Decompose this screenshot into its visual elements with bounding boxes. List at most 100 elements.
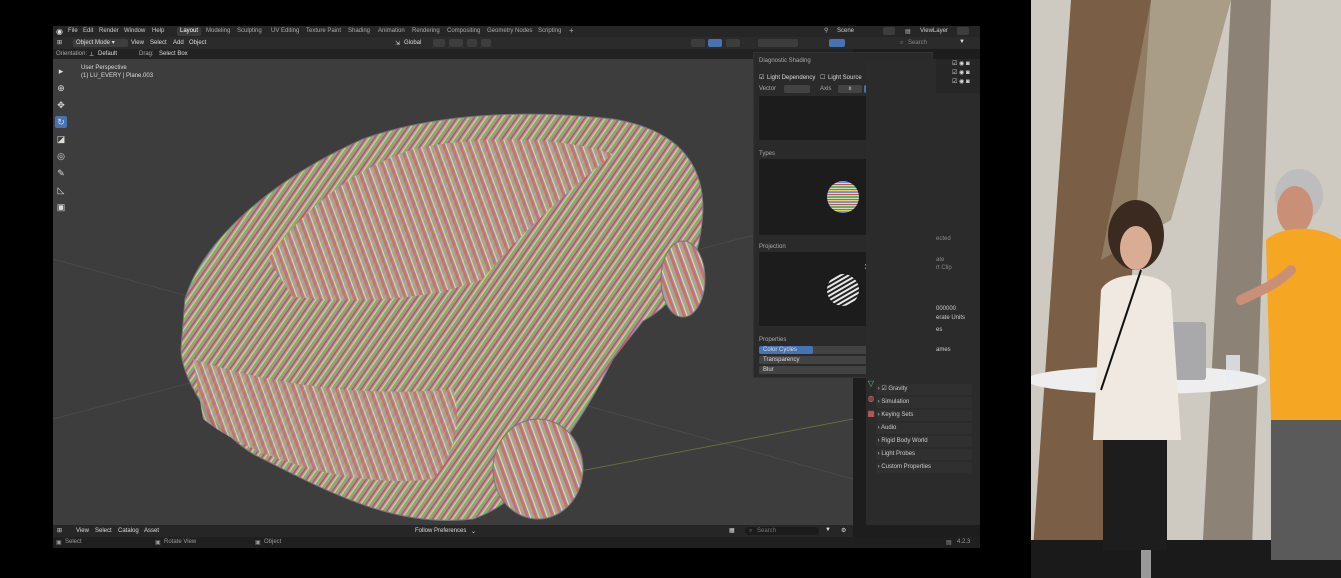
vector-mode-buttons[interactable] <box>784 85 810 93</box>
view-layer-browse-button[interactable] <box>957 27 969 35</box>
tab-scripting[interactable]: Scripting <box>538 28 561 34</box>
constraints-tab-icon[interactable]: ◍ <box>866 394 876 404</box>
properties-editor: ☑ ◉ ◙ ☑ ◉ ◙ ☑ ◉ ◙ ected ate rt Clip 0000… <box>866 59 980 525</box>
transform-tool-icon[interactable]: ◎ <box>55 150 67 162</box>
annotate-tool-icon[interactable]: ✎ <box>55 167 67 179</box>
scene-browse-button[interactable] <box>883 27 895 35</box>
tab-texture-paint[interactable]: Texture Paint <box>306 28 341 34</box>
asset-menu-view[interactable]: View <box>76 528 89 534</box>
tool-shelf: ▸ ⊕ ✥ ↻ ◪ ◎ ✎ ◺ ▣ <box>55 65 69 218</box>
pivot-button[interactable] <box>433 39 445 47</box>
mouse-middle-icon: ▣ <box>155 540 161 546</box>
gizmo-button[interactable] <box>708 39 722 47</box>
transform-orientation-dropdown[interactable]: Global <box>404 40 421 46</box>
asset-browser-header: ⊞ View Select Catalog Asset Follow Prefe… <box>53 525 853 537</box>
add-workspace-button[interactable]: + <box>569 26 574 35</box>
tab-layout[interactable]: Layout <box>177 27 202 36</box>
editor-type-icon[interactable]: ⊞ <box>57 39 62 46</box>
car-wheel <box>492 418 584 520</box>
tab-uv-editing[interactable]: UV Editing <box>271 28 299 34</box>
speaker-camera-feed <box>1031 0 1341 578</box>
top-bar: ◉ File Edit Render Window Help Layout Mo… <box>53 26 980 37</box>
section-keying-sets[interactable]: › Keying Sets <box>876 410 972 421</box>
falloff-button[interactable] <box>481 39 491 47</box>
cursor-tool-icon[interactable]: ⊕ <box>55 82 67 94</box>
axis-x-button[interactable]: x <box>838 85 862 93</box>
header-menu-view[interactable]: View <box>131 40 144 46</box>
blender-logo-icon[interactable]: ◉ <box>56 27 63 36</box>
tab-sculpting[interactable]: Sculpting <box>237 28 262 34</box>
checkbox-icon[interactable]: ☑ ◉ ◙ <box>952 78 970 85</box>
drag-label: Drag: <box>139 51 154 57</box>
shading-popover-button[interactable] <box>829 39 845 47</box>
tab-modeling[interactable]: Modeling <box>206 28 230 34</box>
section-light-probes[interactable]: › Light Probes <box>876 449 972 460</box>
blur-label: Blur <box>763 367 774 373</box>
filter-icon[interactable]: ▼ <box>825 527 831 533</box>
orientation-dropdown[interactable]: Default <box>98 51 117 57</box>
car-wheel-rear <box>660 240 706 318</box>
tab-compositing[interactable]: Compositing <box>447 28 480 34</box>
orientation-label: Orientation: <box>56 51 88 57</box>
snap-button[interactable] <box>449 39 463 47</box>
asset-search-field[interactable]: ⌕ Search <box>745 527 819 535</box>
tab-shading[interactable]: Shading <box>348 28 370 34</box>
section-custom-properties[interactable]: › Custom Properties <box>876 462 972 473</box>
shading-modes[interactable] <box>758 39 798 47</box>
tab-rendering[interactable]: Rendering <box>412 28 440 34</box>
mouse-left-icon: ▣ <box>56 540 62 546</box>
checkbox-icon[interactable]: ☑ ◉ ◙ <box>952 69 970 76</box>
tab-animation[interactable]: Animation <box>378 28 405 34</box>
projection-label: Projection <box>759 244 786 250</box>
3d-viewport[interactable]: User Perspective (1) LU_EVERY | Plane.00… <box>53 59 853 525</box>
tool-settings-bar: Orientation: ⊥ Default Drag: Select Box <box>53 49 853 59</box>
header-menu-object[interactable]: Object <box>189 40 206 46</box>
section-rigid-body-world[interactable]: › Rigid Body World <box>876 436 972 447</box>
rotate-tool-icon[interactable]: ↻ <box>55 116 67 128</box>
drag-dropdown[interactable]: Select Box <box>159 51 188 57</box>
light-source-checkbox[interactable]: ☐ <box>820 74 825 81</box>
asset-menu-asset[interactable]: Asset <box>144 528 159 534</box>
menu-help[interactable]: Help <box>152 28 164 34</box>
checkbox-icon[interactable]: ☑ ◉ ◙ <box>952 60 970 67</box>
measure-tool-icon[interactable]: ◺ <box>55 184 67 196</box>
asset-menu-catalog[interactable]: Catalog <box>118 528 139 534</box>
menu-edit[interactable]: Edit <box>83 28 93 34</box>
asset-menu-select[interactable]: Select <box>95 528 112 534</box>
visibility-button[interactable] <box>691 39 705 47</box>
overlay-button[interactable] <box>726 39 740 47</box>
partial-property: 000000 <box>936 306 957 312</box>
asset-search-input[interactable]: Search <box>757 528 776 534</box>
tab-geometry-nodes[interactable]: Geometry Nodes <box>487 28 532 34</box>
presenter-man-face <box>1277 186 1313 234</box>
editor-type-icon[interactable]: ⊞ <box>57 527 62 534</box>
header-menu-select[interactable]: Select <box>150 40 167 46</box>
view-layer-name[interactable]: ViewLayer <box>920 28 948 34</box>
light-source-label: Light Source <box>828 75 862 81</box>
section-audio[interactable]: › Audio <box>876 423 972 434</box>
header-menu-add[interactable]: Add <box>173 40 184 46</box>
add-cube-tool-icon[interactable]: ▣ <box>55 201 67 213</box>
light-dependency-checkbox[interactable]: ☑ <box>759 74 764 81</box>
scale-tool-icon[interactable]: ◪ <box>55 133 67 145</box>
section-simulation[interactable]: › Simulation <box>876 397 972 408</box>
menu-window[interactable]: Window <box>124 28 145 34</box>
menu-render[interactable]: Render <box>99 28 119 34</box>
transform-orientation-icon: ⇲ <box>395 41 401 47</box>
data-tab-icon[interactable]: ▦ <box>866 409 876 419</box>
display-mode-icon[interactable]: ▦ <box>729 527 735 534</box>
light-dependency-label: Light Dependency <box>767 75 816 81</box>
header-search-input[interactable]: Search <box>908 40 927 46</box>
move-tool-icon[interactable]: ✥ <box>55 99 67 111</box>
proportional-edit-button[interactable] <box>467 39 477 47</box>
filter-icon[interactable]: ▼ <box>959 39 965 45</box>
scene-name[interactable]: Scene <box>837 28 854 34</box>
follow-preferences-dropdown[interactable]: Follow Preferences <box>415 528 466 534</box>
section-gravity[interactable]: › ☑ Gravity <box>876 384 972 395</box>
mouse-right-icon: ▣ <box>255 540 261 546</box>
select-tool-icon[interactable]: ▸ <box>55 65 67 77</box>
physics-tab-icon[interactable]: ▽ <box>866 379 876 389</box>
menu-file[interactable]: File <box>68 28 78 34</box>
gear-icon[interactable]: ⚙ <box>841 527 846 534</box>
mode-dropdown[interactable]: Object Mode ▾ <box>73 39 128 47</box>
